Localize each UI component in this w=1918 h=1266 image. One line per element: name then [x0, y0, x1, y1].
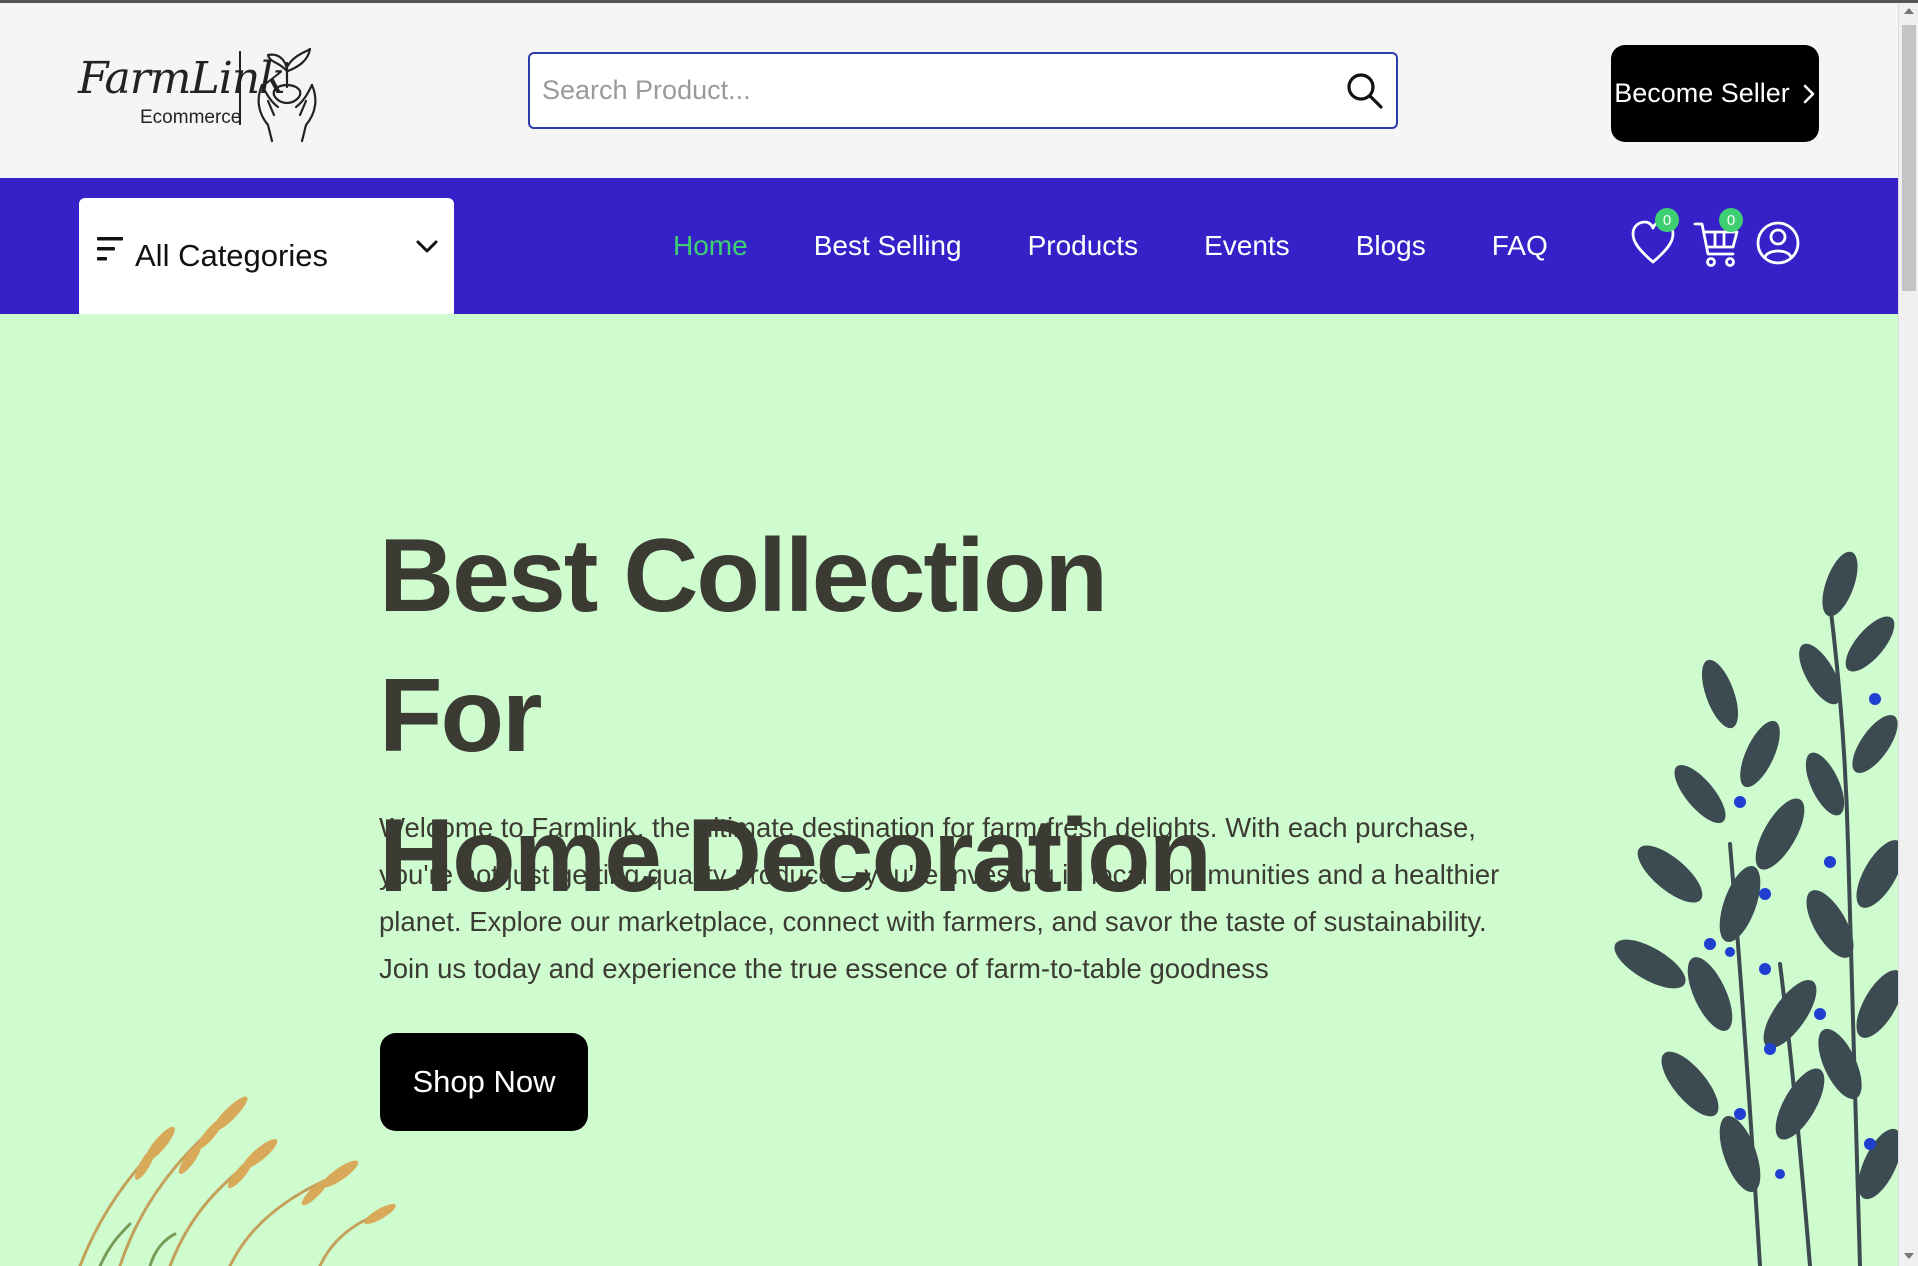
nav-links: Home Best Selling Products Events Blogs … [640, 178, 1581, 314]
nav-link-blogs[interactable]: Blogs [1323, 230, 1459, 262]
grass-decoration [78, 1096, 396, 1266]
plant-decoration [1614, 551, 1898, 1266]
scroll-up-arrow-icon[interactable] [1903, 5, 1915, 17]
site-logo[interactable]: FarmLink Ecommerce [78, 41, 323, 145]
hero-description: Welcome to Farmlink, the ultimate destin… [379, 812, 1500, 984]
nav-link-events[interactable]: Events [1171, 230, 1323, 262]
logo-sub-text: Ecommerce [140, 107, 242, 128]
nav-link-products[interactable]: Products [995, 230, 1172, 262]
nav-link-faq[interactable]: FAQ [1459, 230, 1581, 262]
become-seller-label: Become Seller [1614, 78, 1790, 108]
wishlist-count-badge: 0 [1655, 208, 1679, 232]
site-header: FarmLink Ecommerce Become Seller [0, 3, 1898, 178]
become-seller-button[interactable]: Become Seller [1611, 45, 1819, 142]
nav-link-best-selling[interactable]: Best Selling [781, 230, 995, 262]
scrollbar-thumb[interactable] [1902, 25, 1916, 291]
scroll-down-arrow-icon[interactable] [1903, 1250, 1915, 1262]
cart-button[interactable]: 0 [1693, 208, 1743, 270]
hero-section: Best Collection For Home Decoration Welc… [0, 314, 1898, 1266]
cart-count-badge: 0 [1719, 208, 1743, 232]
chevron-right-icon [1803, 84, 1815, 103]
search-icon[interactable] [1344, 70, 1386, 112]
nav-link-home[interactable]: Home [640, 230, 781, 262]
logo-divider [239, 51, 241, 125]
hands-sprout-icon [257, 47, 317, 143]
all-categories-label: All Categories [135, 238, 328, 273]
hero-title-line1: Best Collection For [379, 518, 1108, 774]
vertical-scrollbar[interactable] [1898, 3, 1918, 1266]
search-box [528, 52, 1398, 129]
main-nav: All Categories Home Best Selling Product… [0, 178, 1898, 314]
user-circle-icon [1756, 221, 1800, 265]
all-categories-dropdown[interactable]: All Categories [79, 198, 454, 314]
chevron-down-icon [416, 240, 438, 253]
menu-lines-icon [97, 237, 123, 261]
wishlist-button[interactable]: 0 [1629, 208, 1679, 270]
profile-button[interactable] [1754, 216, 1802, 270]
search-input[interactable] [542, 54, 1342, 127]
